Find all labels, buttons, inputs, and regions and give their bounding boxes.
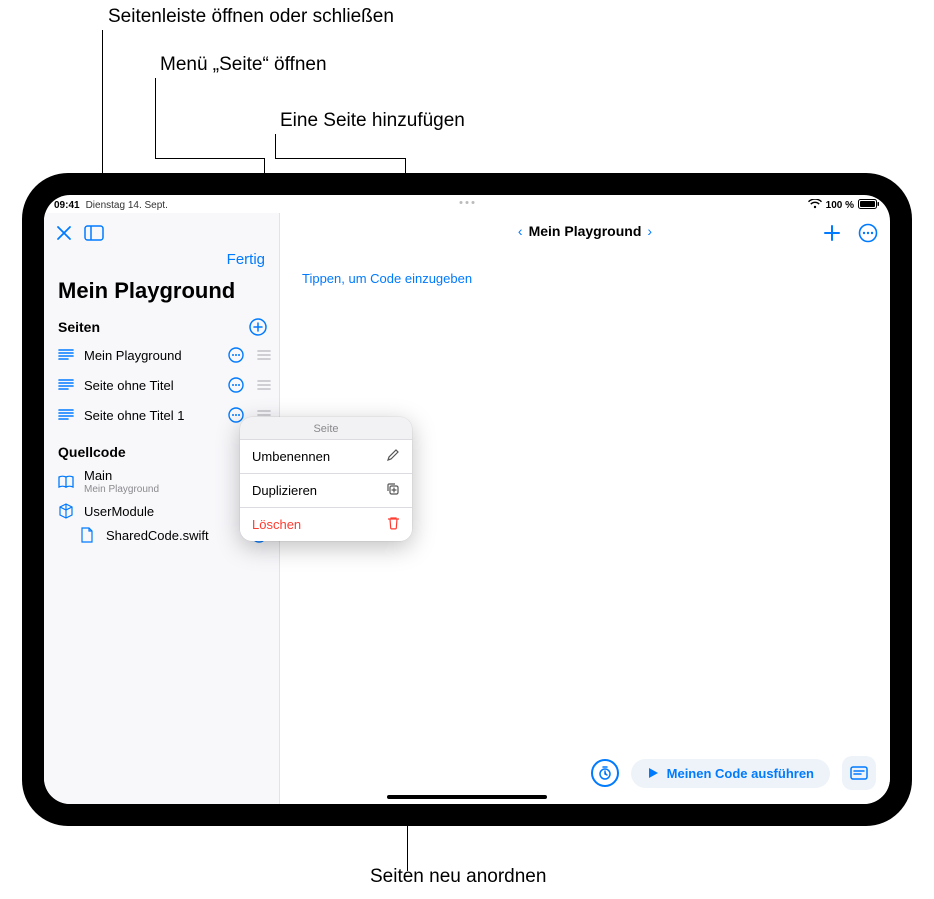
context-menu-duplicate-label: Duplizieren <box>252 483 317 498</box>
cube-icon <box>58 503 76 519</box>
page-icon <box>58 348 76 362</box>
callout-line <box>155 158 265 159</box>
sidebar-title: Mein Playground <box>44 276 279 314</box>
duplicate-icon <box>386 482 400 499</box>
ipad-screen: 09:41 Dienstag 14. Sept. 100 % Fertig Me… <box>44 195 890 804</box>
context-menu-rename[interactable]: Umbenennen <box>240 440 412 474</box>
page-menu-button[interactable] <box>227 347 245 363</box>
battery-icon <box>858 199 880 212</box>
page-label: Mein Playground <box>84 348 219 363</box>
page-row[interactable]: Seite ohne Titel <box>44 370 279 400</box>
trash-icon <box>387 516 400 533</box>
battery-text: 100 % <box>826 200 854 211</box>
callout-line <box>275 134 276 158</box>
multitasking-indicator[interactable] <box>460 201 475 204</box>
book-icon <box>58 475 76 489</box>
sources-section-label: Quellcode <box>58 444 126 460</box>
context-menu-delete-label: Löschen <box>252 517 301 532</box>
callout-reorder-pages: Seiten neu anordnen <box>370 866 546 888</box>
done-button[interactable]: Fertig <box>227 251 265 268</box>
play-icon <box>647 767 659 779</box>
callout-page-menu: Menü „Seite“ öffnen <box>160 54 327 76</box>
home-indicator[interactable] <box>387 795 547 799</box>
ipad-frame: 09:41 Dienstag 14. Sept. 100 % Fertig Me… <box>22 173 912 826</box>
file-icon <box>80 527 98 543</box>
context-menu-delete[interactable]: Löschen <box>240 508 412 541</box>
chevron-left-icon[interactable]: ‹ <box>518 223 523 239</box>
breadcrumb-title[interactable]: Mein Playground <box>529 223 642 239</box>
status-date: Dienstag 14. Sept. <box>86 200 168 211</box>
reorder-handle-icon[interactable] <box>255 379 273 391</box>
chevron-right-icon[interactable]: › <box>647 223 652 239</box>
run-code-label: Meinen Code ausführen <box>667 766 814 781</box>
page-label: Seite ohne Titel <box>84 378 219 393</box>
status-time: 09:41 <box>54 200 80 211</box>
callout-line <box>275 158 405 159</box>
context-menu-duplicate[interactable]: Duplizieren <box>240 474 412 508</box>
callout-sidebar-toggle: Seitenleiste öffnen oder schließen <box>108 6 394 28</box>
timer-button[interactable] <box>591 759 619 787</box>
page-icon <box>58 378 76 392</box>
pages-section-label: Seiten <box>58 319 100 335</box>
page-row[interactable]: Mein Playground <box>44 340 279 370</box>
context-menu-title: Seite <box>240 417 412 440</box>
source-label: SharedCode.swift <box>106 528 243 543</box>
sidebar-toggle-button[interactable] <box>84 225 104 241</box>
page-menu-button[interactable] <box>227 377 245 393</box>
run-code-button[interactable]: Meinen Code ausführen <box>631 759 830 788</box>
reorder-handle-icon[interactable] <box>255 349 273 361</box>
pages-section-header: Seiten <box>44 314 279 340</box>
editor-placeholder[interactable]: Tippen, um Code einzugeben <box>280 253 890 304</box>
callout-line <box>155 78 156 158</box>
bottom-toolbar: Meinen Code ausführen <box>591 756 876 790</box>
results-panel-button[interactable] <box>842 756 876 790</box>
page-context-menu: Seite Umbenennen Duplizieren Löschen <box>240 417 412 541</box>
status-bar: 09:41 Dienstag 14. Sept. 100 % <box>44 195 890 213</box>
wifi-icon <box>808 199 822 212</box>
add-page-button[interactable] <box>249 318 267 336</box>
context-menu-rename-label: Umbenennen <box>252 449 330 464</box>
pencil-icon <box>386 448 400 465</box>
page-icon <box>58 408 76 422</box>
close-button[interactable] <box>56 225 72 241</box>
breadcrumb-bar: ‹ Mein Playground › <box>280 223 890 241</box>
page-label: Seite ohne Titel 1 <box>84 408 219 423</box>
callout-add-page: Eine Seite hinzufügen <box>280 110 465 132</box>
